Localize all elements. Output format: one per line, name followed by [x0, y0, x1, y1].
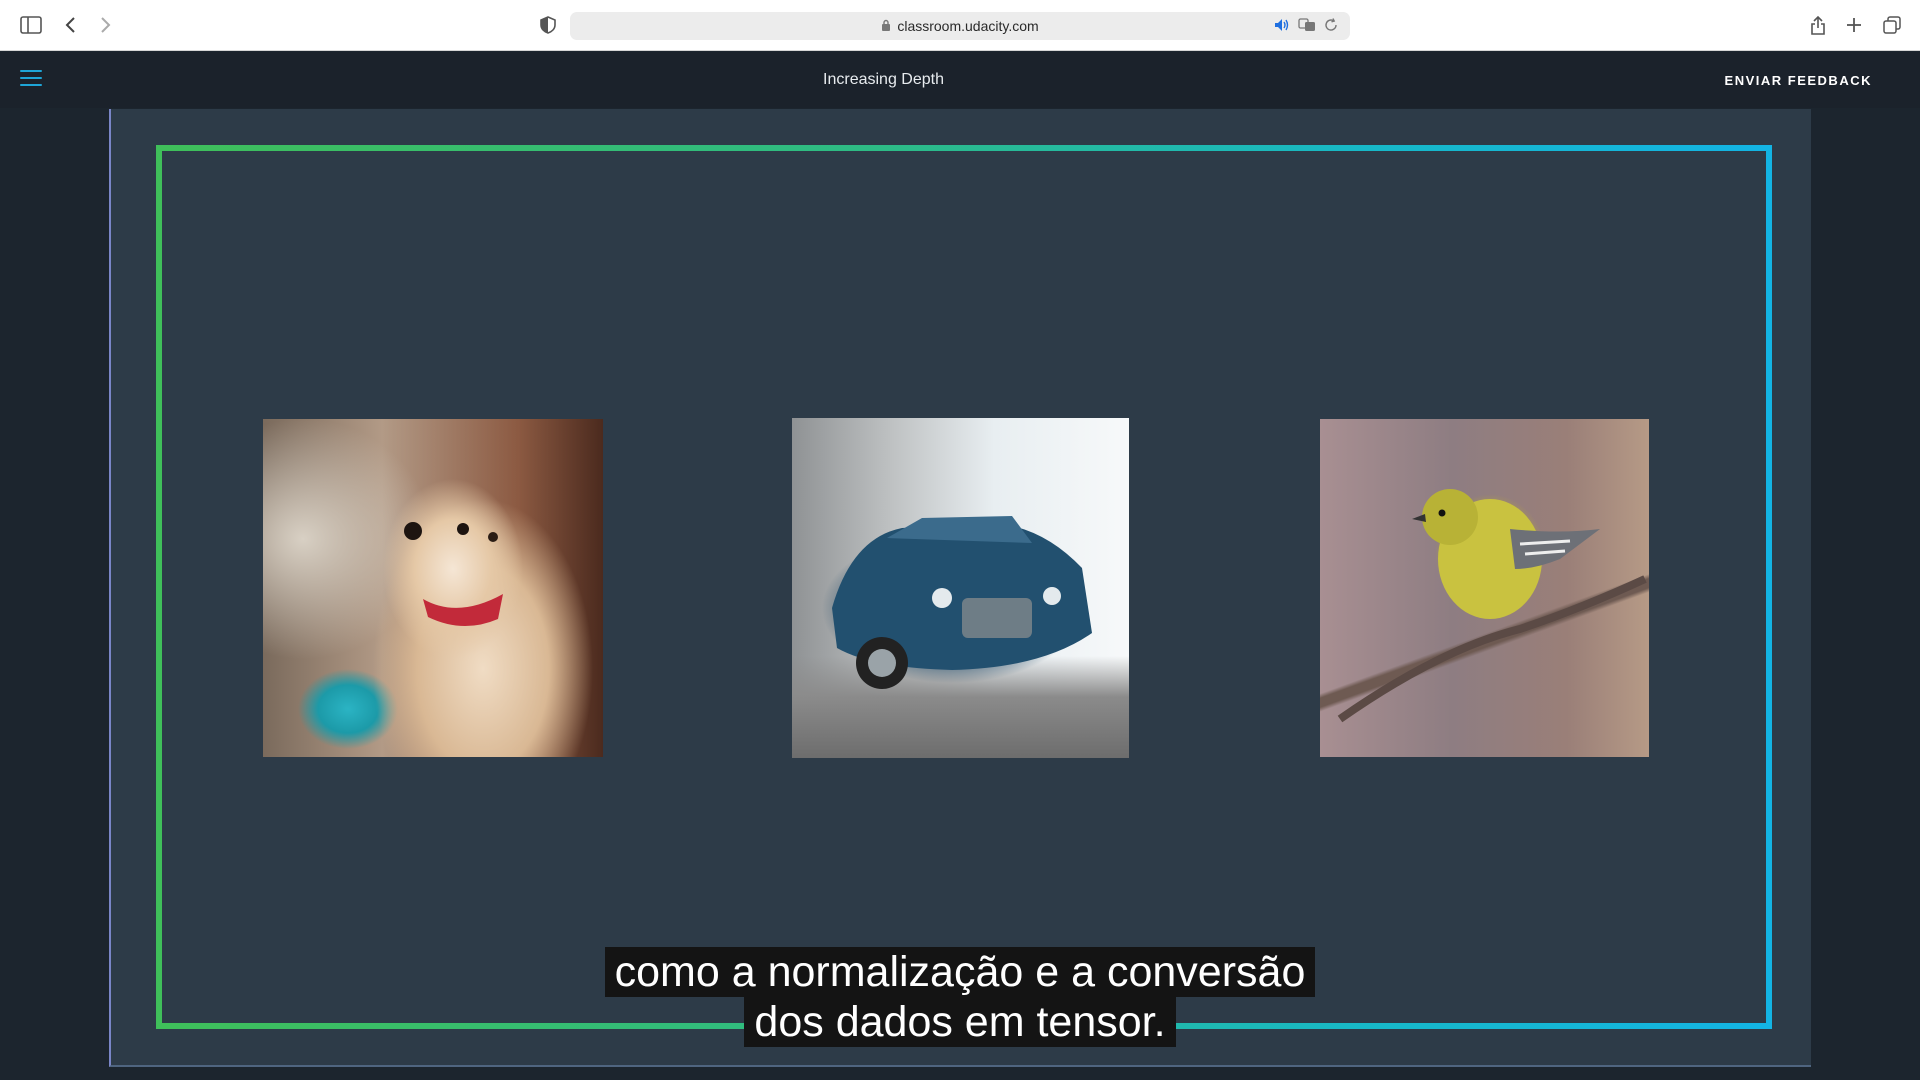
address-bar[interactable]: classroom.udacity.com — [570, 12, 1350, 40]
privacy-shield-icon[interactable] — [535, 12, 561, 38]
share-icon[interactable] — [1805, 12, 1831, 38]
lesson-title: Increasing Depth — [823, 71, 944, 88]
audio-playing-icon[interactable] — [1274, 18, 1290, 35]
send-feedback-button[interactable]: ENVIAR FEEDBACK — [1725, 52, 1872, 108]
forward-icon[interactable] — [92, 12, 118, 38]
back-icon[interactable] — [58, 12, 84, 38]
reload-icon[interactable] — [1324, 18, 1338, 35]
bird-image — [1320, 419, 1649, 757]
car-image — [792, 418, 1129, 758]
tab-overview-icon[interactable] — [1879, 12, 1905, 38]
browser-toolbar: classroom.udacity.com — [0, 0, 1920, 51]
caption-line-1: como a normalização e a conversão — [604, 947, 1316, 997]
sidebar-toggle-icon[interactable] — [18, 12, 44, 38]
caption-line-2: dos dados em tensor. — [744, 997, 1176, 1047]
translate-icon[interactable] — [1298, 18, 1316, 35]
classroom-header: Increasing Depth ENVIAR FEEDBACK — [0, 52, 1920, 108]
puppy-image — [263, 419, 603, 757]
url-text: classroom.udacity.com — [897, 18, 1039, 34]
lock-icon — [881, 18, 891, 34]
video-captions: como a normalização e a conversão dos da… — [0, 947, 1920, 1047]
new-tab-icon[interactable] — [1841, 12, 1867, 38]
